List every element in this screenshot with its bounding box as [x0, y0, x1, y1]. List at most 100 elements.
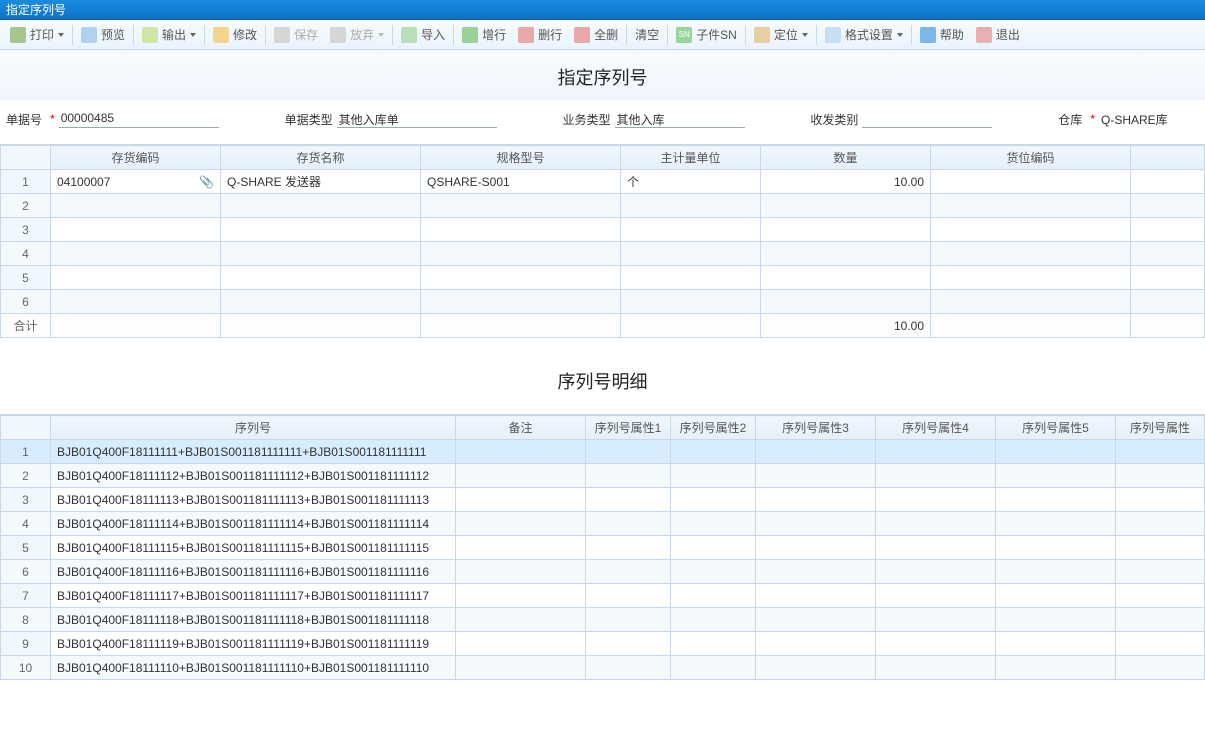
- attr2-cell[interactable]: [671, 464, 756, 488]
- sn-cell[interactable]: BJB01Q400F18111116+BJB01S001181111116+BJ…: [51, 560, 456, 584]
- spec-cell[interactable]: QSHARE-S001: [421, 170, 621, 194]
- remark-cell[interactable]: [456, 536, 586, 560]
- attr2-cell[interactable]: [671, 488, 756, 512]
- spec-cell[interactable]: [421, 194, 621, 218]
- attr5-cell[interactable]: [996, 488, 1116, 512]
- remark-cell[interactable]: [456, 512, 586, 536]
- attr1-cell[interactable]: [586, 632, 671, 656]
- attr6-cell[interactable]: [1116, 488, 1205, 512]
- attr6-cell[interactable]: [1116, 440, 1205, 464]
- table-row[interactable]: 10BJB01Q400F18111110+BJB01S001181111110+…: [1, 656, 1205, 680]
- col-qty[interactable]: 数量: [761, 146, 931, 170]
- attr6-cell[interactable]: [1116, 608, 1205, 632]
- attr4-cell[interactable]: [876, 512, 996, 536]
- attr5-cell[interactable]: [996, 584, 1116, 608]
- col-attr4[interactable]: 序列号属性4: [876, 416, 996, 440]
- col-attr6[interactable]: 序列号属性: [1116, 416, 1205, 440]
- name-cell[interactable]: [221, 242, 421, 266]
- extra-cell[interactable]: [1131, 290, 1205, 314]
- format-button[interactable]: 格式设置: [819, 24, 909, 45]
- qty-cell[interactable]: 10.00: [761, 170, 931, 194]
- attr5-cell[interactable]: [996, 608, 1116, 632]
- bin-cell[interactable]: [931, 266, 1131, 290]
- col-attr1[interactable]: 序列号属性1: [586, 416, 671, 440]
- attr6-cell[interactable]: [1116, 560, 1205, 584]
- attr6-cell[interactable]: [1116, 536, 1205, 560]
- attr1-cell[interactable]: [586, 656, 671, 680]
- bill-no-field[interactable]: 00000485: [59, 110, 219, 128]
- attr3-cell[interactable]: [756, 512, 876, 536]
- sn-cell[interactable]: BJB01Q400F18111119+BJB01S001181111119+BJ…: [51, 632, 456, 656]
- edit-button[interactable]: 修改: [207, 24, 263, 45]
- exit-button[interactable]: 退出: [970, 24, 1026, 45]
- attr3-cell[interactable]: [756, 560, 876, 584]
- sn-cell[interactable]: BJB01Q400F18111110+BJB01S001181111110+BJ…: [51, 656, 456, 680]
- remark-cell[interactable]: [456, 632, 586, 656]
- attr2-cell[interactable]: [671, 608, 756, 632]
- attr3-cell[interactable]: [756, 488, 876, 512]
- unit-cell[interactable]: [621, 194, 761, 218]
- bin-cell[interactable]: [931, 194, 1131, 218]
- extra-cell[interactable]: [1131, 194, 1205, 218]
- wh-field[interactable]: Q-SHARE库: [1099, 110, 1199, 128]
- attr4-cell[interactable]: [876, 632, 996, 656]
- attr2-cell[interactable]: [671, 632, 756, 656]
- attr5-cell[interactable]: [996, 464, 1116, 488]
- attr3-cell[interactable]: [756, 608, 876, 632]
- extra-cell[interactable]: [1131, 170, 1205, 194]
- code-cell[interactable]: [51, 242, 221, 266]
- attr2-cell[interactable]: [671, 584, 756, 608]
- col-remark[interactable]: 备注: [456, 416, 586, 440]
- qty-cell[interactable]: [761, 194, 931, 218]
- attr5-cell[interactable]: [996, 440, 1116, 464]
- table-row[interactable]: 6BJB01Q400F18111116+BJB01S001181111116+B…: [1, 560, 1205, 584]
- table-row[interactable]: 5: [1, 266, 1205, 290]
- name-cell[interactable]: [221, 218, 421, 242]
- spec-cell[interactable]: [421, 218, 621, 242]
- attr2-cell[interactable]: [671, 536, 756, 560]
- table-row[interactable]: 5BJB01Q400F18111115+BJB01S001181111115+B…: [1, 536, 1205, 560]
- bin-cell[interactable]: [931, 242, 1131, 266]
- name-cell[interactable]: [221, 290, 421, 314]
- table-row[interactable]: 7BJB01Q400F18111117+BJB01S001181111117+B…: [1, 584, 1205, 608]
- spec-cell[interactable]: [421, 290, 621, 314]
- unit-cell[interactable]: [621, 266, 761, 290]
- qty-cell[interactable]: [761, 242, 931, 266]
- locate-button[interactable]: 定位: [748, 24, 814, 45]
- biz-type-field[interactable]: 其他入库: [615, 110, 745, 128]
- attr4-cell[interactable]: [876, 656, 996, 680]
- attr1-cell[interactable]: [586, 536, 671, 560]
- attr5-cell[interactable]: [996, 536, 1116, 560]
- attr5-cell[interactable]: [996, 560, 1116, 584]
- subsn-button[interactable]: SN子件SN: [670, 24, 743, 45]
- bin-cell[interactable]: [931, 218, 1131, 242]
- attr6-cell[interactable]: [1116, 464, 1205, 488]
- attr5-cell[interactable]: [996, 632, 1116, 656]
- spec-cell[interactable]: [421, 266, 621, 290]
- print-button[interactable]: 打印: [4, 24, 70, 45]
- extra-cell[interactable]: [1131, 218, 1205, 242]
- table-row[interactable]: 3: [1, 218, 1205, 242]
- sn-cell[interactable]: BJB01Q400F18111114+BJB01S001181111114+BJ…: [51, 512, 456, 536]
- sn-cell[interactable]: BJB01Q400F18111112+BJB01S001181111112+BJ…: [51, 464, 456, 488]
- table-row[interactable]: 2BJB01Q400F18111112+BJB01S001181111112+B…: [1, 464, 1205, 488]
- attr3-cell[interactable]: [756, 656, 876, 680]
- attr1-cell[interactable]: [586, 488, 671, 512]
- col-code[interactable]: 存货编码: [51, 146, 221, 170]
- attr5-cell[interactable]: [996, 512, 1116, 536]
- attr6-cell[interactable]: [1116, 584, 1205, 608]
- col-spec[interactable]: 规格型号: [421, 146, 621, 170]
- delrow-button[interactable]: 删行: [512, 24, 568, 45]
- remark-cell[interactable]: [456, 656, 586, 680]
- attr4-cell[interactable]: [876, 560, 996, 584]
- code-cell[interactable]: 04100007📎: [51, 170, 221, 194]
- attr1-cell[interactable]: [586, 512, 671, 536]
- qty-cell[interactable]: [761, 218, 931, 242]
- attr4-cell[interactable]: [876, 608, 996, 632]
- col-name[interactable]: 存货名称: [221, 146, 421, 170]
- export-button[interactable]: 输出: [136, 24, 202, 45]
- clear-button[interactable]: 清空: [629, 24, 665, 45]
- remark-cell[interactable]: [456, 608, 586, 632]
- code-cell[interactable]: [51, 194, 221, 218]
- attr6-cell[interactable]: [1116, 632, 1205, 656]
